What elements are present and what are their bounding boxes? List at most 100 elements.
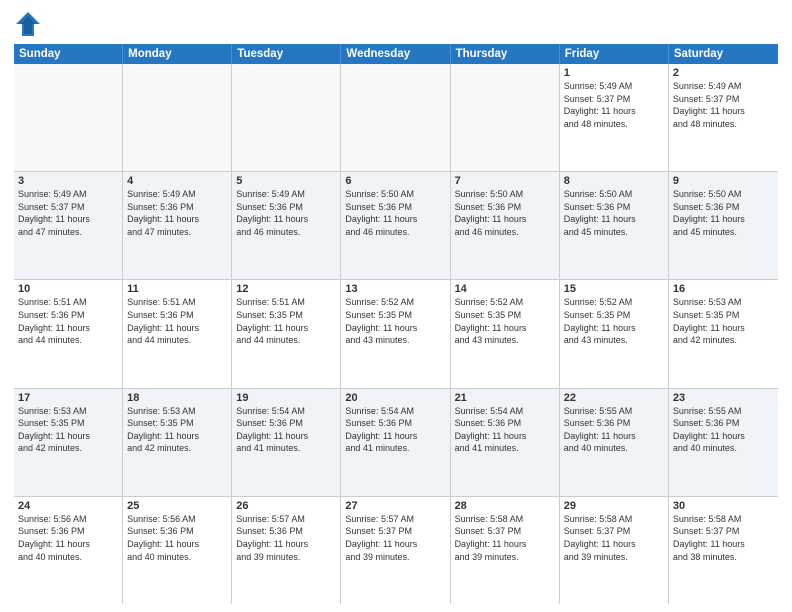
- day-number: 15: [564, 283, 664, 295]
- day-info: Sunrise: 5:58 AM Sunset: 5:37 PM Dayligh…: [455, 513, 555, 563]
- day-cell-20: 20Sunrise: 5:54 AM Sunset: 5:36 PM Dayli…: [341, 389, 450, 496]
- day-cell-13: 13Sunrise: 5:52 AM Sunset: 5:35 PM Dayli…: [341, 280, 450, 387]
- day-info: Sunrise: 5:56 AM Sunset: 5:36 PM Dayligh…: [127, 513, 227, 563]
- day-cell-2: 2Sunrise: 5:49 AM Sunset: 5:37 PM Daylig…: [669, 64, 778, 171]
- empty-cell: [14, 64, 123, 171]
- day-number: 28: [455, 500, 555, 512]
- day-number: 22: [564, 392, 664, 404]
- week-row-2: 3Sunrise: 5:49 AM Sunset: 5:37 PM Daylig…: [14, 172, 778, 280]
- day-cell-29: 29Sunrise: 5:58 AM Sunset: 5:37 PM Dayli…: [560, 497, 669, 604]
- day-number: 25: [127, 500, 227, 512]
- day-header-friday: Friday: [560, 44, 669, 64]
- day-cell-6: 6Sunrise: 5:50 AM Sunset: 5:36 PM Daylig…: [341, 172, 450, 279]
- day-number: 4: [127, 175, 227, 187]
- day-cell-27: 27Sunrise: 5:57 AM Sunset: 5:37 PM Dayli…: [341, 497, 450, 604]
- day-cell-15: 15Sunrise: 5:52 AM Sunset: 5:35 PM Dayli…: [560, 280, 669, 387]
- day-number: 1: [564, 67, 664, 79]
- day-number: 11: [127, 283, 227, 295]
- day-cell-14: 14Sunrise: 5:52 AM Sunset: 5:35 PM Dayli…: [451, 280, 560, 387]
- day-info: Sunrise: 5:54 AM Sunset: 5:36 PM Dayligh…: [455, 405, 555, 455]
- day-cell-18: 18Sunrise: 5:53 AM Sunset: 5:35 PM Dayli…: [123, 389, 232, 496]
- day-info: Sunrise: 5:56 AM Sunset: 5:36 PM Dayligh…: [18, 513, 118, 563]
- day-cell-19: 19Sunrise: 5:54 AM Sunset: 5:36 PM Dayli…: [232, 389, 341, 496]
- day-cell-9: 9Sunrise: 5:50 AM Sunset: 5:36 PM Daylig…: [669, 172, 778, 279]
- day-info: Sunrise: 5:49 AM Sunset: 5:36 PM Dayligh…: [127, 188, 227, 238]
- day-number: 26: [236, 500, 336, 512]
- day-info: Sunrise: 5:52 AM Sunset: 5:35 PM Dayligh…: [564, 296, 664, 346]
- day-number: 14: [455, 283, 555, 295]
- day-number: 5: [236, 175, 336, 187]
- day-info: Sunrise: 5:52 AM Sunset: 5:35 PM Dayligh…: [455, 296, 555, 346]
- day-info: Sunrise: 5:58 AM Sunset: 5:37 PM Dayligh…: [673, 513, 774, 563]
- week-row-5: 24Sunrise: 5:56 AM Sunset: 5:36 PM Dayli…: [14, 497, 778, 604]
- day-number: 7: [455, 175, 555, 187]
- day-number: 20: [345, 392, 445, 404]
- day-header-wednesday: Wednesday: [341, 44, 450, 64]
- day-number: 29: [564, 500, 664, 512]
- day-header-sunday: Sunday: [14, 44, 123, 64]
- day-info: Sunrise: 5:51 AM Sunset: 5:35 PM Dayligh…: [236, 296, 336, 346]
- day-number: 3: [18, 175, 118, 187]
- day-number: 8: [564, 175, 664, 187]
- day-cell-7: 7Sunrise: 5:50 AM Sunset: 5:36 PM Daylig…: [451, 172, 560, 279]
- day-cell-8: 8Sunrise: 5:50 AM Sunset: 5:36 PM Daylig…: [560, 172, 669, 279]
- day-cell-4: 4Sunrise: 5:49 AM Sunset: 5:36 PM Daylig…: [123, 172, 232, 279]
- day-info: Sunrise: 5:51 AM Sunset: 5:36 PM Dayligh…: [127, 296, 227, 346]
- day-info: Sunrise: 5:52 AM Sunset: 5:35 PM Dayligh…: [345, 296, 445, 346]
- day-number: 9: [673, 175, 774, 187]
- day-number: 17: [18, 392, 118, 404]
- day-cell-12: 12Sunrise: 5:51 AM Sunset: 5:35 PM Dayli…: [232, 280, 341, 387]
- day-number: 23: [673, 392, 774, 404]
- day-info: Sunrise: 5:54 AM Sunset: 5:36 PM Dayligh…: [345, 405, 445, 455]
- day-info: Sunrise: 5:49 AM Sunset: 5:37 PM Dayligh…: [673, 80, 774, 130]
- day-cell-26: 26Sunrise: 5:57 AM Sunset: 5:36 PM Dayli…: [232, 497, 341, 604]
- calendar-body: 1Sunrise: 5:49 AM Sunset: 5:37 PM Daylig…: [14, 64, 778, 604]
- day-info: Sunrise: 5:49 AM Sunset: 5:37 PM Dayligh…: [18, 188, 118, 238]
- day-header-monday: Monday: [123, 44, 232, 64]
- day-info: Sunrise: 5:53 AM Sunset: 5:35 PM Dayligh…: [18, 405, 118, 455]
- day-cell-28: 28Sunrise: 5:58 AM Sunset: 5:37 PM Dayli…: [451, 497, 560, 604]
- day-cell-30: 30Sunrise: 5:58 AM Sunset: 5:37 PM Dayli…: [669, 497, 778, 604]
- week-row-1: 1Sunrise: 5:49 AM Sunset: 5:37 PM Daylig…: [14, 64, 778, 172]
- page: SundayMondayTuesdayWednesdayThursdayFrid…: [0, 0, 792, 612]
- day-number: 24: [18, 500, 118, 512]
- day-cell-24: 24Sunrise: 5:56 AM Sunset: 5:36 PM Dayli…: [14, 497, 123, 604]
- day-header-thursday: Thursday: [451, 44, 560, 64]
- day-cell-16: 16Sunrise: 5:53 AM Sunset: 5:35 PM Dayli…: [669, 280, 778, 387]
- day-info: Sunrise: 5:54 AM Sunset: 5:36 PM Dayligh…: [236, 405, 336, 455]
- day-cell-23: 23Sunrise: 5:55 AM Sunset: 5:36 PM Dayli…: [669, 389, 778, 496]
- calendar: SundayMondayTuesdayWednesdayThursdayFrid…: [14, 44, 778, 604]
- day-number: 16: [673, 283, 774, 295]
- calendar-header: SundayMondayTuesdayWednesdayThursdayFrid…: [14, 44, 778, 64]
- day-info: Sunrise: 5:55 AM Sunset: 5:36 PM Dayligh…: [564, 405, 664, 455]
- logo: [14, 10, 46, 38]
- day-cell-17: 17Sunrise: 5:53 AM Sunset: 5:35 PM Dayli…: [14, 389, 123, 496]
- day-number: 27: [345, 500, 445, 512]
- day-cell-22: 22Sunrise: 5:55 AM Sunset: 5:36 PM Dayli…: [560, 389, 669, 496]
- empty-cell: [341, 64, 450, 171]
- day-header-tuesday: Tuesday: [232, 44, 341, 64]
- day-number: 30: [673, 500, 774, 512]
- day-info: Sunrise: 5:49 AM Sunset: 5:37 PM Dayligh…: [564, 80, 664, 130]
- day-cell-3: 3Sunrise: 5:49 AM Sunset: 5:37 PM Daylig…: [14, 172, 123, 279]
- day-info: Sunrise: 5:58 AM Sunset: 5:37 PM Dayligh…: [564, 513, 664, 563]
- day-info: Sunrise: 5:49 AM Sunset: 5:36 PM Dayligh…: [236, 188, 336, 238]
- day-number: 18: [127, 392, 227, 404]
- day-info: Sunrise: 5:57 AM Sunset: 5:37 PM Dayligh…: [345, 513, 445, 563]
- empty-cell: [451, 64, 560, 171]
- day-number: 6: [345, 175, 445, 187]
- day-cell-21: 21Sunrise: 5:54 AM Sunset: 5:36 PM Dayli…: [451, 389, 560, 496]
- day-cell-11: 11Sunrise: 5:51 AM Sunset: 5:36 PM Dayli…: [123, 280, 232, 387]
- empty-cell: [123, 64, 232, 171]
- day-number: 2: [673, 67, 774, 79]
- day-cell-10: 10Sunrise: 5:51 AM Sunset: 5:36 PM Dayli…: [14, 280, 123, 387]
- day-info: Sunrise: 5:50 AM Sunset: 5:36 PM Dayligh…: [564, 188, 664, 238]
- day-info: Sunrise: 5:50 AM Sunset: 5:36 PM Dayligh…: [673, 188, 774, 238]
- day-info: Sunrise: 5:53 AM Sunset: 5:35 PM Dayligh…: [673, 296, 774, 346]
- day-number: 12: [236, 283, 336, 295]
- day-number: 13: [345, 283, 445, 295]
- day-number: 10: [18, 283, 118, 295]
- logo-icon: [14, 10, 42, 38]
- empty-cell: [232, 64, 341, 171]
- day-info: Sunrise: 5:51 AM Sunset: 5:36 PM Dayligh…: [18, 296, 118, 346]
